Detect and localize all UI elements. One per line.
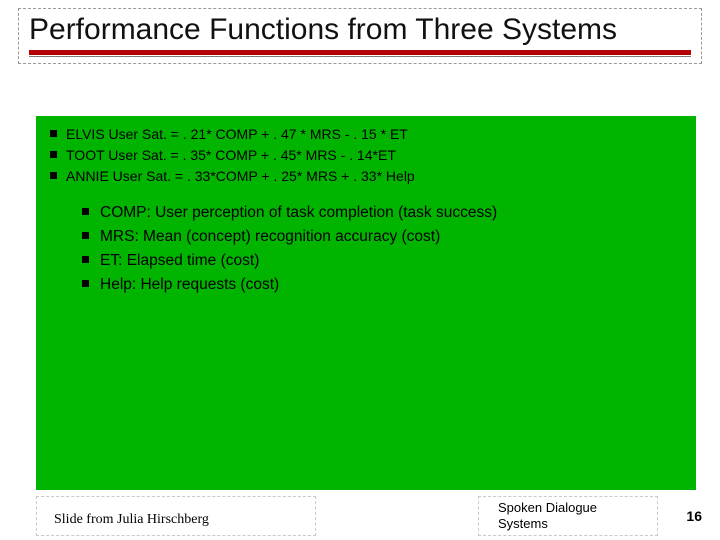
slide-title: Performance Functions from Three Systems	[29, 13, 691, 48]
course-name: Spoken Dialogue Systems	[498, 500, 638, 533]
definition-item: Help: Help requests (cost)	[82, 273, 686, 297]
title-container: Performance Functions from Three Systems	[18, 8, 702, 64]
definition-item: ET: Elapsed time (cost)	[82, 249, 686, 273]
equations-list: ELVIS User Sat. = . 21* COMP + . 47 * MR…	[50, 124, 686, 187]
definition-item: MRS: Mean (concept) recognition accuracy…	[82, 225, 686, 249]
definition-item: COMP: User perception of task completion…	[82, 201, 686, 225]
page-number: 16	[686, 508, 702, 524]
equation-item: ANNIE User Sat. = . 33*COMP + . 25* MRS …	[50, 166, 686, 187]
title-underline	[29, 50, 691, 55]
content-panel: ELVIS User Sat. = . 21* COMP + . 47 * MR…	[36, 116, 696, 490]
attribution-text: Slide from Julia Hirschberg	[54, 512, 209, 528]
slide: Performance Functions from Three Systems…	[0, 0, 720, 540]
footer: Slide from Julia Hirschberg Spoken Dialo…	[0, 490, 720, 540]
definitions-list: COMP: User perception of task completion…	[82, 201, 686, 297]
equation-item: TOOT User Sat. = . 35* COMP + . 45* MRS …	[50, 145, 686, 166]
title-underline-thin	[29, 56, 691, 57]
equation-item: ELVIS User Sat. = . 21* COMP + . 47 * MR…	[50, 124, 686, 145]
